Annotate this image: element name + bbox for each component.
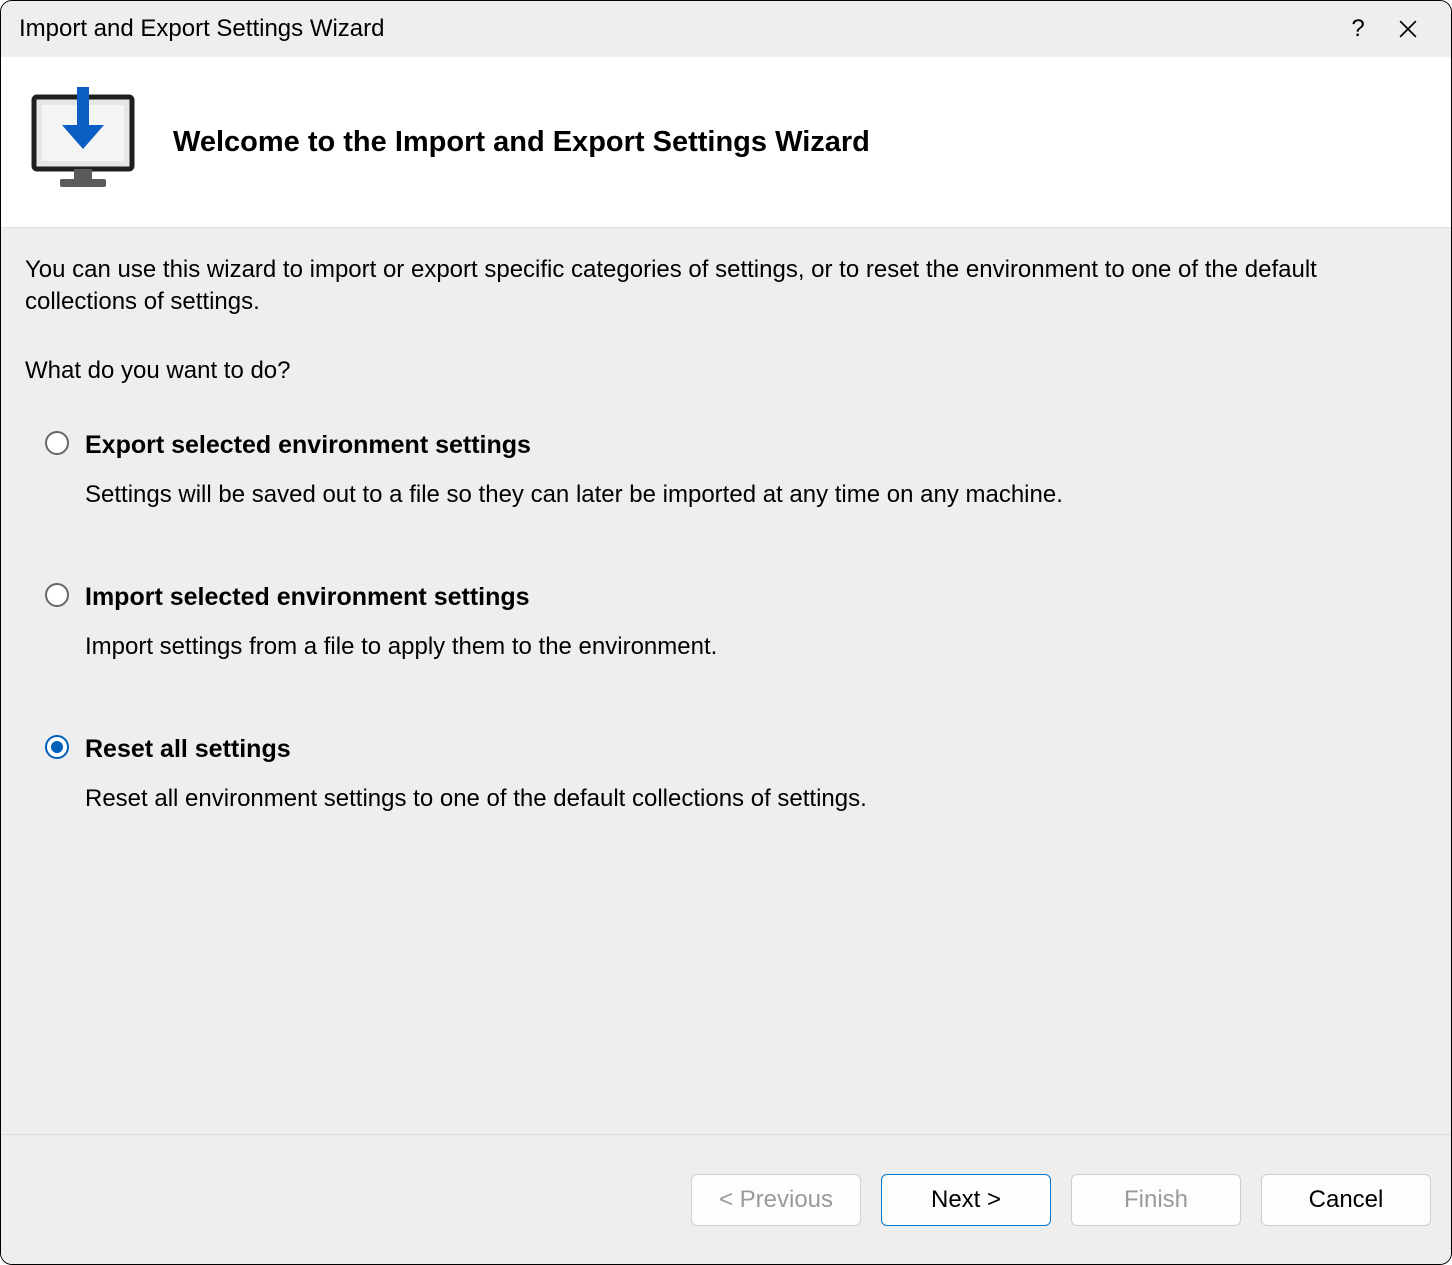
previous-button: < Previous <box>691 1174 861 1226</box>
wizard-window: Import and Export Settings Wizard ? <box>0 0 1452 1265</box>
intro-text: You can use this wizard to import or exp… <box>25 254 1427 319</box>
wizard-heading: Welcome to the Import and Export Setting… <box>173 126 870 159</box>
option-import-desc: Import settings from a file to apply the… <box>85 631 1427 663</box>
next-button[interactable]: Next > <box>881 1174 1051 1226</box>
radio-export[interactable] <box>45 431 69 455</box>
finish-button: Finish <box>1071 1174 1241 1226</box>
import-monitor-icon <box>28 87 138 197</box>
option-reset-desc: Reset all environment settings to one of… <box>85 783 1427 815</box>
cancel-button[interactable]: Cancel <box>1261 1174 1431 1226</box>
radio-import[interactable] <box>45 583 69 607</box>
option-import[interactable]: Import selected environment settings Imp… <box>45 581 1427 663</box>
wizard-icon <box>13 87 153 197</box>
close-button[interactable] <box>1383 1 1433 57</box>
close-icon <box>1399 20 1417 38</box>
option-export-title: Export selected environment settings <box>85 429 1427 463</box>
options-group: Export selected environment settings Set… <box>25 429 1427 815</box>
help-icon: ? <box>1351 15 1364 43</box>
option-export[interactable]: Export selected environment settings Set… <box>45 429 1427 511</box>
titlebar: Import and Export Settings Wizard ? <box>1 1 1451 57</box>
wizard-footer: < Previous Next > Finish Cancel <box>1 1134 1451 1264</box>
wizard-content: You can use this wizard to import or exp… <box>1 228 1451 1134</box>
option-reset-title: Reset all settings <box>85 733 1427 767</box>
prompt-text: What do you want to do? <box>25 355 1427 387</box>
radio-reset[interactable] <box>45 735 69 759</box>
option-import-title: Import selected environment settings <box>85 581 1427 615</box>
help-button[interactable]: ? <box>1333 1 1383 57</box>
option-reset[interactable]: Reset all settings Reset all environment… <box>45 733 1427 815</box>
wizard-header: Welcome to the Import and Export Setting… <box>1 57 1451 228</box>
option-export-desc: Settings will be saved out to a file so … <box>85 479 1427 511</box>
window-title: Import and Export Settings Wizard <box>19 15 1333 43</box>
